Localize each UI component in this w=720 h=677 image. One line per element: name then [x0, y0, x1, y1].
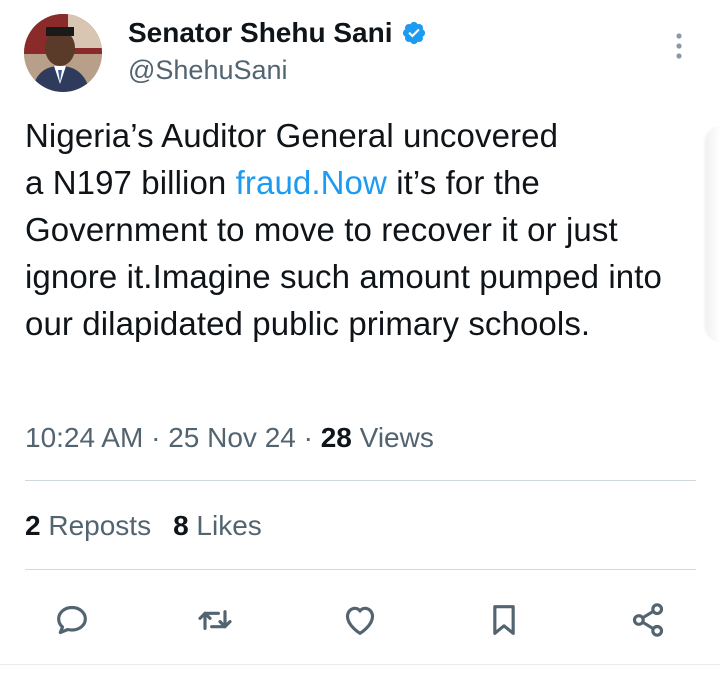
divider — [25, 569, 696, 570]
tweet-text-rest: Government to move to recover it or just… — [25, 211, 662, 342]
reposts-label: Reposts — [40, 510, 152, 541]
likes-stat[interactable]: 8 Likes — [173, 510, 262, 541]
tweet-meta: 10:24 AM · 25 Nov 24 · 28 Views — [25, 418, 434, 458]
tweet-time[interactable]: 10:24 AM — [25, 422, 143, 453]
scroll-edge — [706, 128, 720, 340]
meta-separator: · — [143, 422, 169, 453]
views-label: Views — [351, 422, 434, 453]
meta-separator: · — [295, 422, 321, 453]
display-name[interactable]: Senator Shehu Sani — [128, 16, 393, 50]
action-bar — [0, 598, 720, 642]
tweet-text: Nigeria’s Auditor General uncovered a N1… — [25, 112, 700, 347]
heart-icon[interactable] — [338, 598, 382, 642]
reposts-stat[interactable]: 2 Reposts — [25, 510, 151, 541]
tweet-card: Senator Shehu Sani @ShehuSani Nigeria’s … — [0, 0, 720, 677]
tweet-text-line2-pre: a N197 billion — [25, 164, 236, 201]
more-vertical-icon[interactable] — [666, 30, 692, 62]
share-icon[interactable] — [626, 598, 670, 642]
bottom-divider — [0, 664, 720, 665]
bookmark-icon[interactable] — [482, 598, 526, 642]
display-name-row: Senator Shehu Sani — [128, 16, 427, 50]
likes-count: 8 — [173, 510, 189, 541]
likes-label: Likes — [188, 510, 262, 541]
reply-icon[interactable] — [50, 598, 94, 642]
avatar[interactable] — [24, 14, 102, 92]
tweet-link[interactable]: fraud.Now — [236, 164, 387, 201]
tweet-date[interactable]: 25 Nov 24 — [168, 422, 296, 453]
reposts-count: 2 — [25, 510, 41, 541]
divider — [25, 480, 696, 481]
verified-badge-icon — [401, 20, 427, 46]
author-handle[interactable]: @ShehuSani — [128, 54, 288, 86]
repost-icon[interactable] — [193, 598, 237, 642]
tweet-text-line2-post: it’s for the — [386, 164, 540, 201]
tweet-text-line1: Nigeria’s Auditor General uncovered — [25, 117, 559, 154]
views-count: 28 — [320, 422, 352, 453]
engagement-stats: 2 Reposts 8 Likes — [25, 506, 284, 546]
